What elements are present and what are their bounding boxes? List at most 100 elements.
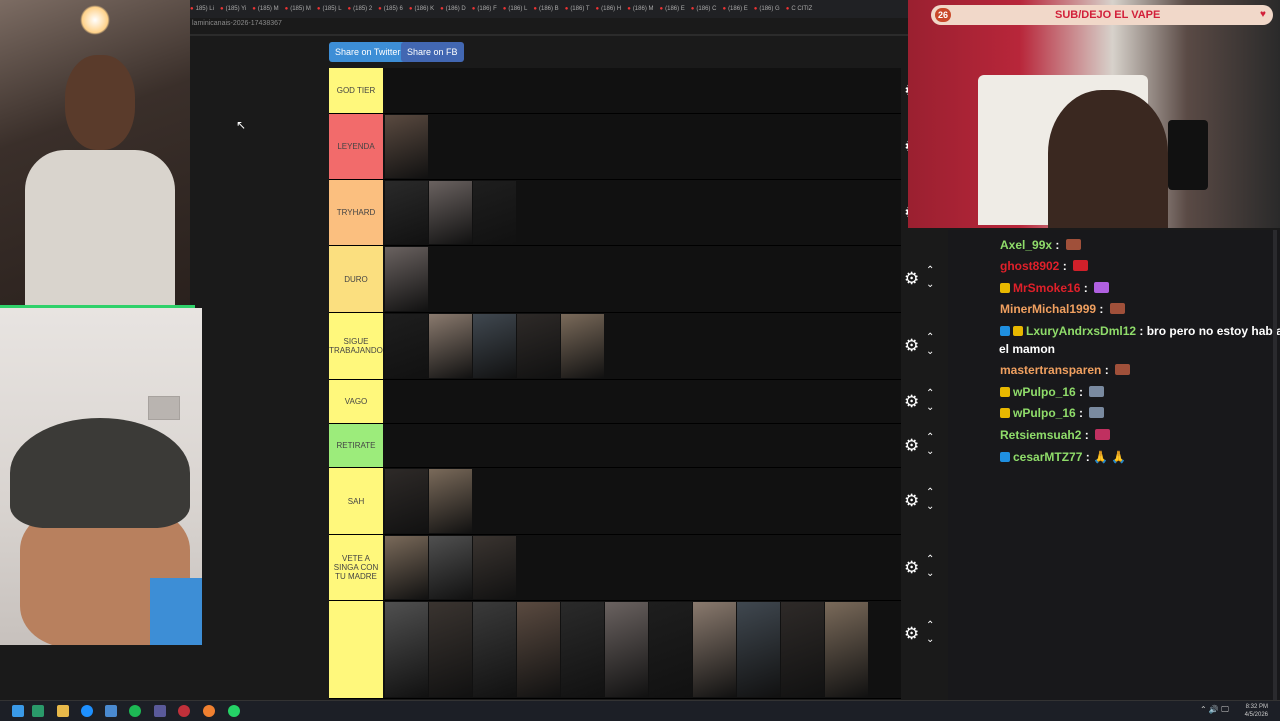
move-down-icon[interactable]: ⌄: [926, 501, 934, 512]
browser-tab[interactable]: (186) L: [503, 0, 527, 18]
browser-tab[interactable]: (186) T: [565, 0, 589, 18]
browser-tab[interactable]: (186) D: [440, 0, 466, 18]
tier-label[interactable]: [329, 601, 383, 698]
move-up-icon[interactable]: ⌃: [926, 487, 934, 498]
whatsapp-icon[interactable]: [228, 705, 240, 717]
app-icon[interactable]: [154, 705, 166, 717]
app-icon[interactable]: [32, 705, 44, 717]
browser-url[interactable]: laminicanais-2026-17438367: [192, 20, 282, 27]
spotify-icon[interactable]: [129, 705, 141, 717]
tier-image[interactable]: [429, 536, 472, 599]
chat-username[interactable]: mastertransparen: [1000, 363, 1101, 377]
browser-tab-strip[interactable]: 185) Li (185) Yi (185) M (185) M (185) L (185…: [190, 0, 908, 18]
tier-image[interactable]: [693, 602, 736, 697]
tier-image[interactable]: [473, 602, 516, 697]
tier-image[interactable]: [561, 602, 604, 697]
browser-tab[interactable]: C CITIZ: [786, 0, 812, 18]
tier-image[interactable]: [385, 247, 428, 311]
obs-icon[interactable]: [178, 705, 190, 717]
browser-tab[interactable]: (185) Yi: [220, 0, 247, 18]
tier-image[interactable]: [473, 181, 516, 244]
browser-icon[interactable]: [81, 705, 93, 717]
chat-username[interactable]: MrSmoke16: [1013, 281, 1080, 295]
share-twitter-button[interactable]: Share on Twitter: [329, 42, 407, 62]
chat-username[interactable]: Retsiemsuah2: [1000, 428, 1081, 442]
move-down-icon[interactable]: ⌄: [926, 346, 934, 357]
gear-icon[interactable]: ⚙: [904, 491, 919, 511]
tier-image[interactable]: [561, 314, 604, 378]
tier-label[interactable]: TRYHARD: [329, 180, 383, 245]
move-up-icon[interactable]: ⌃: [926, 265, 934, 276]
browser-tab[interactable]: (185) L: [317, 0, 342, 18]
tier-image[interactable]: [385, 181, 428, 244]
tier-image[interactable]: [517, 602, 560, 697]
tier-label[interactable]: SIGUE TRABAJANDO: [329, 313, 383, 379]
browser-tab[interactable]: 185) Li: [190, 0, 214, 18]
tier-image[interactable]: [385, 469, 428, 533]
tier-label[interactable]: RETIRATE: [329, 424, 383, 467]
chat-username[interactable]: LxuryAndrxsDml12: [1026, 324, 1136, 338]
start-icon[interactable]: [12, 705, 24, 717]
tier-image[interactable]: [825, 602, 868, 697]
move-down-icon[interactable]: ⌄: [926, 446, 934, 457]
browser-tab[interactable]: (186) F: [472, 0, 496, 18]
move-down-icon[interactable]: ⌄: [926, 402, 934, 413]
chat-scrollbar[interactable]: [1273, 230, 1277, 700]
move-down-icon[interactable]: ⌄: [926, 634, 934, 645]
tier-image[interactable]: [737, 602, 780, 697]
tier-label[interactable]: VETE A SINGA CON TU MADRE: [329, 535, 383, 600]
move-up-icon[interactable]: ⌃: [926, 620, 934, 631]
gear-icon[interactable]: ⚙: [904, 336, 919, 356]
move-up-icon[interactable]: ⌃: [926, 554, 934, 565]
gear-icon[interactable]: ⚙: [904, 392, 919, 412]
tier-label[interactable]: VAGO: [329, 380, 383, 423]
chat-username[interactable]: Axel_99x: [1000, 238, 1052, 252]
chat-username[interactable]: cesarMTZ77: [1013, 450, 1082, 464]
tier-image[interactable]: [605, 602, 648, 697]
chat-username[interactable]: MinerMichal1999: [1000, 302, 1096, 316]
gear-icon[interactable]: ⚙: [904, 624, 919, 644]
move-down-icon[interactable]: ⌄: [926, 279, 934, 290]
browser-tab[interactable]: (186) G: [754, 0, 779, 18]
tier-image[interactable]: [517, 314, 560, 378]
tier-image[interactable]: [429, 602, 472, 697]
browser-tab[interactable]: (186) E: [659, 0, 685, 18]
tier-image[interactable]: [385, 115, 428, 178]
tier-image[interactable]: [781, 602, 824, 697]
move-up-icon[interactable]: ⌃: [926, 388, 934, 399]
move-up-icon[interactable]: ⌃: [926, 432, 934, 443]
system-tray[interactable]: ⌃ 🔊 🖵: [1200, 705, 1229, 715]
tier-image[interactable]: [473, 314, 516, 378]
tier-image[interactable]: [429, 181, 472, 244]
browser-tab[interactable]: (186) C: [691, 0, 716, 18]
browser-tab[interactable]: (185) M: [252, 0, 279, 18]
tier-image[interactable]: [649, 602, 692, 697]
chat-username[interactable]: wPulpo_16: [1013, 406, 1076, 420]
move-down-icon[interactable]: ⌄: [926, 568, 934, 579]
app-icon[interactable]: [105, 705, 117, 717]
move-up-icon[interactable]: ⌃: [926, 332, 934, 343]
tier-image[interactable]: [429, 469, 472, 533]
browser-tab[interactable]: (186) M: [627, 0, 654, 18]
gear-icon[interactable]: ⚙: [904, 269, 919, 289]
tier-image[interactable]: [385, 536, 428, 599]
firefox-icon[interactable]: [203, 705, 215, 717]
chat-username[interactable]: wPulpo_16: [1013, 385, 1076, 399]
browser-tab[interactable]: (185) M: [285, 0, 311, 18]
chat-username[interactable]: ghost8902: [1000, 259, 1059, 273]
tier-label[interactable]: DURO: [329, 246, 383, 312]
gear-icon[interactable]: ⚙: [904, 436, 919, 456]
gear-icon[interactable]: ⚙: [904, 558, 919, 578]
tier-label[interactable]: SAH: [329, 468, 383, 534]
browser-tab[interactable]: (185) 2: [348, 0, 372, 18]
share-facebook-button[interactable]: Share on FB: [401, 42, 464, 62]
tier-image[interactable]: [385, 314, 428, 378]
tier-label[interactable]: LEYENDA: [329, 114, 383, 179]
browser-tab[interactable]: (186) H: [596, 0, 621, 18]
browser-tab[interactable]: (186) B: [533, 0, 559, 18]
folder-icon[interactable]: [57, 705, 69, 717]
tier-image[interactable]: [473, 536, 516, 599]
tier-image[interactable]: [429, 314, 472, 378]
tier-image[interactable]: [385, 602, 428, 697]
tier-label[interactable]: GOD TIER: [329, 68, 383, 113]
